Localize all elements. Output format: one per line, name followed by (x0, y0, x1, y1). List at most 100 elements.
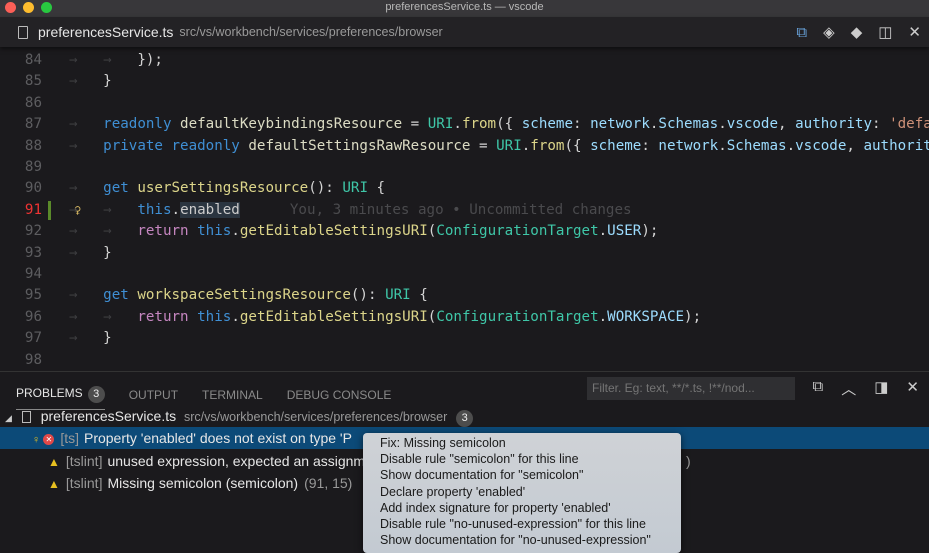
code-token: = (479, 137, 497, 154)
code-line[interactable]: 86 (0, 93, 929, 114)
close-panel-icon[interactable]: ✕ (906, 378, 919, 399)
window-controls (5, 2, 52, 13)
code-token: , (846, 137, 864, 154)
whitespace-marker: → (69, 180, 104, 197)
problems-file-path: src/vs/workbench/services/preferences/br… (184, 410, 448, 424)
code-line[interactable]: 97 → } (0, 328, 929, 349)
problems-filter-input[interactable] (587, 377, 795, 400)
code-content: → } (69, 243, 112, 264)
problems-file-name: preferencesService.ts (40, 408, 177, 424)
code-line[interactable]: 85 → } (0, 71, 929, 92)
file-icon (18, 25, 28, 39)
toggle-blame-icon[interactable]: ◈ (823, 23, 835, 41)
quick-fix-item[interactable]: Show documentation for "no-unused-expres… (380, 532, 681, 548)
open-changes-icon[interactable]: ⧉ (796, 24, 807, 41)
quick-fix-item[interactable]: Add index signature for property 'enable… (380, 500, 681, 516)
code-line[interactable]: 95 → get workspaceSettingsResource(): URI… (0, 285, 929, 306)
tab-debug-console[interactable]: DEBUG CONSOLE (287, 388, 392, 402)
highlighted-symbol: enabled (180, 201, 240, 218)
whitespace-marker: → (69, 137, 104, 154)
toggle-panel-position-icon[interactable]: ◨ (874, 378, 888, 399)
code-line[interactable]: 96 → → return this.getEditableSettingsURI… (0, 307, 929, 328)
tab-output[interactable]: OUTPUT (129, 388, 178, 402)
code-token: . (718, 116, 727, 133)
line-number: 90 (24, 180, 42, 197)
code-token: ); (684, 308, 702, 325)
expand-triangle-icon[interactable]: ◢ (5, 413, 12, 423)
tab-terminal[interactable]: TERMINAL (202, 388, 263, 402)
code-line[interactable]: 94 (0, 264, 929, 285)
code-token: defaultSettingsRawResource (248, 137, 480, 154)
code-line[interactable]: 91 ♀ → → this.enabled You, 3 minutes ago • … (0, 200, 929, 221)
code-token: vscode (726, 116, 779, 133)
quick-fix-item[interactable]: Declare property 'enabled' (380, 484, 681, 500)
code-token: . (231, 308, 240, 325)
quick-fix-item[interactable]: Disable rule "no-unused-expression" for … (380, 516, 681, 532)
code-token: } (103, 244, 112, 261)
tab-label: PROBLEMS (16, 386, 83, 400)
code-token: scheme (590, 137, 642, 154)
whitespace-marker: → → (69, 52, 138, 68)
whitespace-marker: → → (69, 308, 138, 325)
code-token: . (598, 223, 608, 240)
code-line[interactable]: 98 (0, 350, 929, 371)
code-token: network (658, 137, 719, 154)
problem-source: [ts] (60, 430, 79, 446)
code-line[interactable]: 88 → private readonly defaultSettingsRawR… (0, 136, 929, 157)
whitespace-marker: → (69, 287, 104, 304)
lightbulb-icon[interactable]: ♀ (32, 434, 43, 446)
collapse-all-icon[interactable]: ⧉ (813, 378, 824, 399)
code-token: Schemas (658, 116, 719, 133)
code-token: getEditableSettingsURI (239, 308, 428, 325)
problems-file-count: 3 (456, 410, 474, 427)
problems-file-group[interactable]: ◢ preferencesService.ts src/vs/workbench… (0, 405, 929, 427)
quick-fix-item[interactable]: Show documentation for "semicolon" (380, 467, 681, 483)
code-line[interactable]: 92 → → return this.getEditableSettingsURI… (0, 221, 929, 242)
code-token: WORKSPACE (607, 308, 685, 325)
code-token: USER (607, 223, 642, 240)
code-editor[interactable]: 84 → → }); 85 → } 86 87 → readonly defaultKeyb… (0, 50, 929, 370)
code-line[interactable]: 89 (0, 157, 929, 178)
code-token: . (786, 137, 796, 154)
code-token: authorit (863, 137, 929, 154)
maximize-panel-icon[interactable]: ︿ (841, 378, 856, 399)
warning-icon: ▲ (48, 477, 60, 491)
problem-message: Property 'enabled' does not exist on typ… (83, 430, 352, 446)
tab-label: DEBUG CONSOLE (286, 388, 392, 402)
tab-filename[interactable]: preferencesService.ts (38, 24, 173, 40)
code-line[interactable]: 84 → → }); (0, 50, 929, 71)
code-line[interactable]: 93 → } (0, 243, 929, 264)
code-content: → } (69, 71, 112, 92)
close-icon[interactable]: ✕ (908, 23, 921, 41)
split-editor-icon[interactable]: ◫ (878, 23, 892, 41)
title-bar: preferencesService.ts — vscode (0, 0, 929, 17)
code-line[interactable]: 87 → readonly defaultKeybindingsResource … (0, 114, 929, 135)
code-token: URI (427, 116, 454, 133)
tab-path: src/vs/workbench/services/preferences/br… (179, 25, 443, 39)
code-token: } (103, 330, 112, 347)
problem-message: Missing semicolon (semicolon) (107, 475, 299, 491)
code-line[interactable]: 90 → get userSettingsResource(): URI { (0, 178, 929, 199)
git-icon[interactable]: ◆ (851, 23, 863, 41)
whitespace-marker: → (69, 330, 104, 347)
code-token: . (231, 223, 240, 240)
git-modified-indicator (48, 200, 51, 220)
quick-fix-item[interactable]: Disable rule "semicolon" for this line (380, 451, 681, 467)
code-token: ); (641, 223, 659, 240)
problem-location: ) (686, 452, 691, 469)
code-token: . (598, 308, 608, 325)
maximize-window-button[interactable] (41, 2, 52, 13)
minimize-window-button[interactable] (23, 2, 34, 13)
code-token: return (137, 223, 198, 240)
code-token: URI (496, 137, 522, 154)
code-token: . (171, 201, 181, 218)
line-number: 86 (24, 94, 42, 111)
quick-fix-menu: Fix: Missing semicolon Disable rule "semi… (363, 433, 681, 553)
close-window-button[interactable] (5, 2, 16, 13)
problem-message: unused expression, expected an assignm (107, 452, 366, 469)
code-token: ConfigurationTarget (436, 308, 599, 325)
code-token: userSettingsResource (137, 180, 309, 197)
window-title: preferencesService.ts — vscode (385, 1, 544, 13)
tab-label: TERMINAL (202, 388, 263, 402)
quick-fix-item[interactable]: Fix: Missing semicolon (380, 435, 681, 451)
